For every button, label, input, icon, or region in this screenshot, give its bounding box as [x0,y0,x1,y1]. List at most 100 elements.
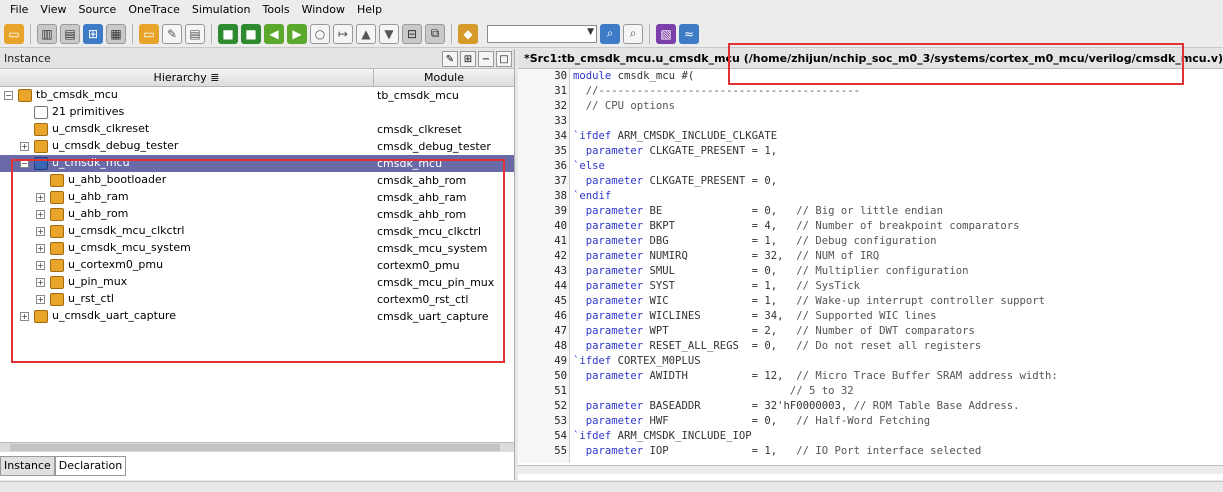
line-number: 30 [554,70,567,82]
tree-row-hierarchy: − tb_cmsdk_mcu [0,87,374,104]
tree-row-module: cmsdk_ahb_ram [377,191,467,204]
line-number: 35 [554,145,567,157]
menu-simulation[interactable]: Simulation [186,0,257,20]
green-square2-icon[interactable]: ■ [241,23,261,44]
collapse-icon[interactable]: − [20,159,29,168]
code-line: 38 `endif [518,189,1223,204]
purple-icon[interactable]: ▧ [656,23,676,44]
code-line: 45 parameter WIC = 1, // Wake-up interru… [518,294,1223,309]
grid-icon[interactable]: ▦ [106,23,126,44]
code-line: 47 parameter WPT = 2, // Number of DWT c… [518,324,1223,339]
menu-onetrace[interactable]: OneTrace [122,0,186,20]
minimize-icon[interactable]: − [478,51,494,67]
tree-row[interactable]: 21 primitives [0,104,514,121]
tree-row-label: u_ahb_ram [68,190,129,203]
tree-row[interactable]: − tb_cmsdk_mcu tb_cmsdk_mcu [0,87,514,104]
copy-icon[interactable]: ⧉ [425,23,445,44]
code-text: parameter WPT = 2, // Number of DWT comp… [585,325,975,337]
menu-view[interactable]: View [34,0,72,20]
tree-row[interactable]: u_ahb_bootloader cmsdk_ahb_rom [0,172,514,189]
sim-icon[interactable]: ≈ [679,23,699,44]
expand-icon[interactable]: + [20,312,29,321]
tree-row[interactable]: + u_rst_ctl cortexm0_rst_ctl [0,291,514,308]
code-line: 36 `else [518,159,1223,174]
expand-icon[interactable]: + [20,142,29,151]
orange-icon[interactable]: ◆ [458,23,478,44]
tree-row[interactable]: + u_ahb_ram cmsdk_ahb_ram [0,189,514,206]
tree-row[interactable]: u_cmsdk_clkreset cmsdk_clkreset [0,121,514,138]
module-column-header[interactable]: Module [374,69,514,86]
line-number: 39 [554,205,567,217]
layout-icon[interactable]: ⊞ [460,51,476,67]
search-combo[interactable]: ▼ [487,24,597,43]
tree-row-label: u_cmsdk_clkreset [52,122,150,135]
open-folder-icon[interactable]: ▭ [4,23,24,44]
tree-row-label: u_cortexm0_pmu [68,258,164,271]
step-icon[interactable]: ↦ [333,23,353,44]
edit-icon[interactable]: ✎ [162,23,182,44]
primitives-icon [34,106,48,119]
debug-icon[interactable]: ▤ [60,23,80,44]
line-number: 45 [554,295,567,307]
hierarchy-column-header[interactable]: Hierarchy ≣ [0,69,374,86]
code-text: `ifdef CORTEX_M0PLUS [573,355,701,367]
expand-icon[interactable]: + [36,193,45,202]
tab-declaration[interactable]: Declaration [54,456,127,476]
source-file-path: /home/zhijun/nchip_soc_m0_3/systems/cort… [748,52,1223,65]
collapse-icon[interactable]: − [4,91,13,100]
code-line: 32 // CPU options [518,99,1223,114]
expand-icon[interactable]: + [36,295,45,304]
tab-instance[interactable]: Instance [0,456,55,476]
scrollbar-thumb[interactable] [10,444,500,451]
maximize-icon[interactable]: □ [496,51,512,67]
expand-icon[interactable]: + [36,278,45,287]
code-text: parameter HWF = 0, // Half-Word Fetching [585,415,931,427]
tree-row[interactable]: + u_cmsdk_uart_capture cmsdk_uart_capture [0,308,514,325]
horizontal-scrollbar[interactable] [0,442,514,452]
tree-row[interactable]: + u_cmsdk_mcu_clkctrl cmsdk_mcu_clkctrl [0,223,514,240]
code-line: 54 `ifdef ARM_CMSDK_INCLUDE_IOP [518,429,1223,444]
doc-icon[interactable]: ▤ [185,23,205,44]
tree-row[interactable]: + u_cmsdk_debug_tester cmsdk_debug_tester [0,138,514,155]
tree-icon[interactable]: ⊞ [83,23,103,44]
expand-icon[interactable]: + [36,261,45,270]
tree-row[interactable]: + u_cortexm0_pmu cortexm0_pmu [0,257,514,274]
code-horizontal-scrollbar[interactable] [518,465,1223,474]
code-editor[interactable]: 30 module cmsdk_mcu #(31 //--------------… [518,69,1223,463]
menu-tools[interactable]: Tools [257,0,296,20]
code-line: 44 parameter SYST = 1, // SysTick [518,279,1223,294]
menu-help[interactable]: Help [351,0,388,20]
tree-row[interactable]: + u_ahb_rom cmsdk_ahb_rom [0,206,514,223]
schematic-icon[interactable]: ▥ [37,23,57,44]
tree-row-hierarchy: + u_pin_mux [0,274,374,291]
line-number: 44 [554,280,567,292]
folder-icon[interactable]: ▭ [139,23,159,44]
search-icon[interactable]: ⌕ [600,23,620,44]
hier-icon[interactable]: ⊟ [402,23,422,44]
tree-row-hierarchy: + u_cmsdk_uart_capture [0,308,374,325]
code-text: parameter DBG = 1, // Debug configuratio… [585,235,937,247]
tree-row-hierarchy: + u_cortexm0_pmu [0,257,374,274]
green-square-icon[interactable]: ■ [218,23,238,44]
green-arrow-left-icon[interactable]: ◀ [264,23,284,44]
tree-row-module: cmsdk_uart_capture [377,310,489,323]
line-number: 40 [554,220,567,232]
green-arrow-right-icon[interactable]: ▶ [287,23,307,44]
menu-window[interactable]: Window [296,0,351,20]
expand-icon[interactable]: + [36,244,45,253]
up-icon[interactable]: ▲ [356,23,376,44]
circle-icon[interactable]: ○ [310,23,330,44]
find-icon[interactable]: ⌕ [623,23,643,44]
toolbar-separator [649,23,650,44]
tree-row[interactable]: + u_pin_mux cmsdk_mcu_pin_mux [0,274,514,291]
pin-icon[interactable]: ✎ [442,51,458,67]
tree-row[interactable]: − u_cmsdk_mcu cmsdk_mcu [0,155,514,172]
tree-row[interactable]: + u_cmsdk_mcu_system cmsdk_mcu_system [0,240,514,257]
expand-icon[interactable]: + [36,227,45,236]
menu-file[interactable]: File [4,0,34,20]
code-line: 34 `ifdef ARM_CMSDK_INCLUDE_CLKGATE [518,129,1223,144]
expand-icon[interactable]: + [36,210,45,219]
tree-row-hierarchy: + u_cmsdk_debug_tester [0,138,374,155]
down-icon[interactable]: ▼ [379,23,399,44]
menu-source[interactable]: Source [73,0,123,20]
